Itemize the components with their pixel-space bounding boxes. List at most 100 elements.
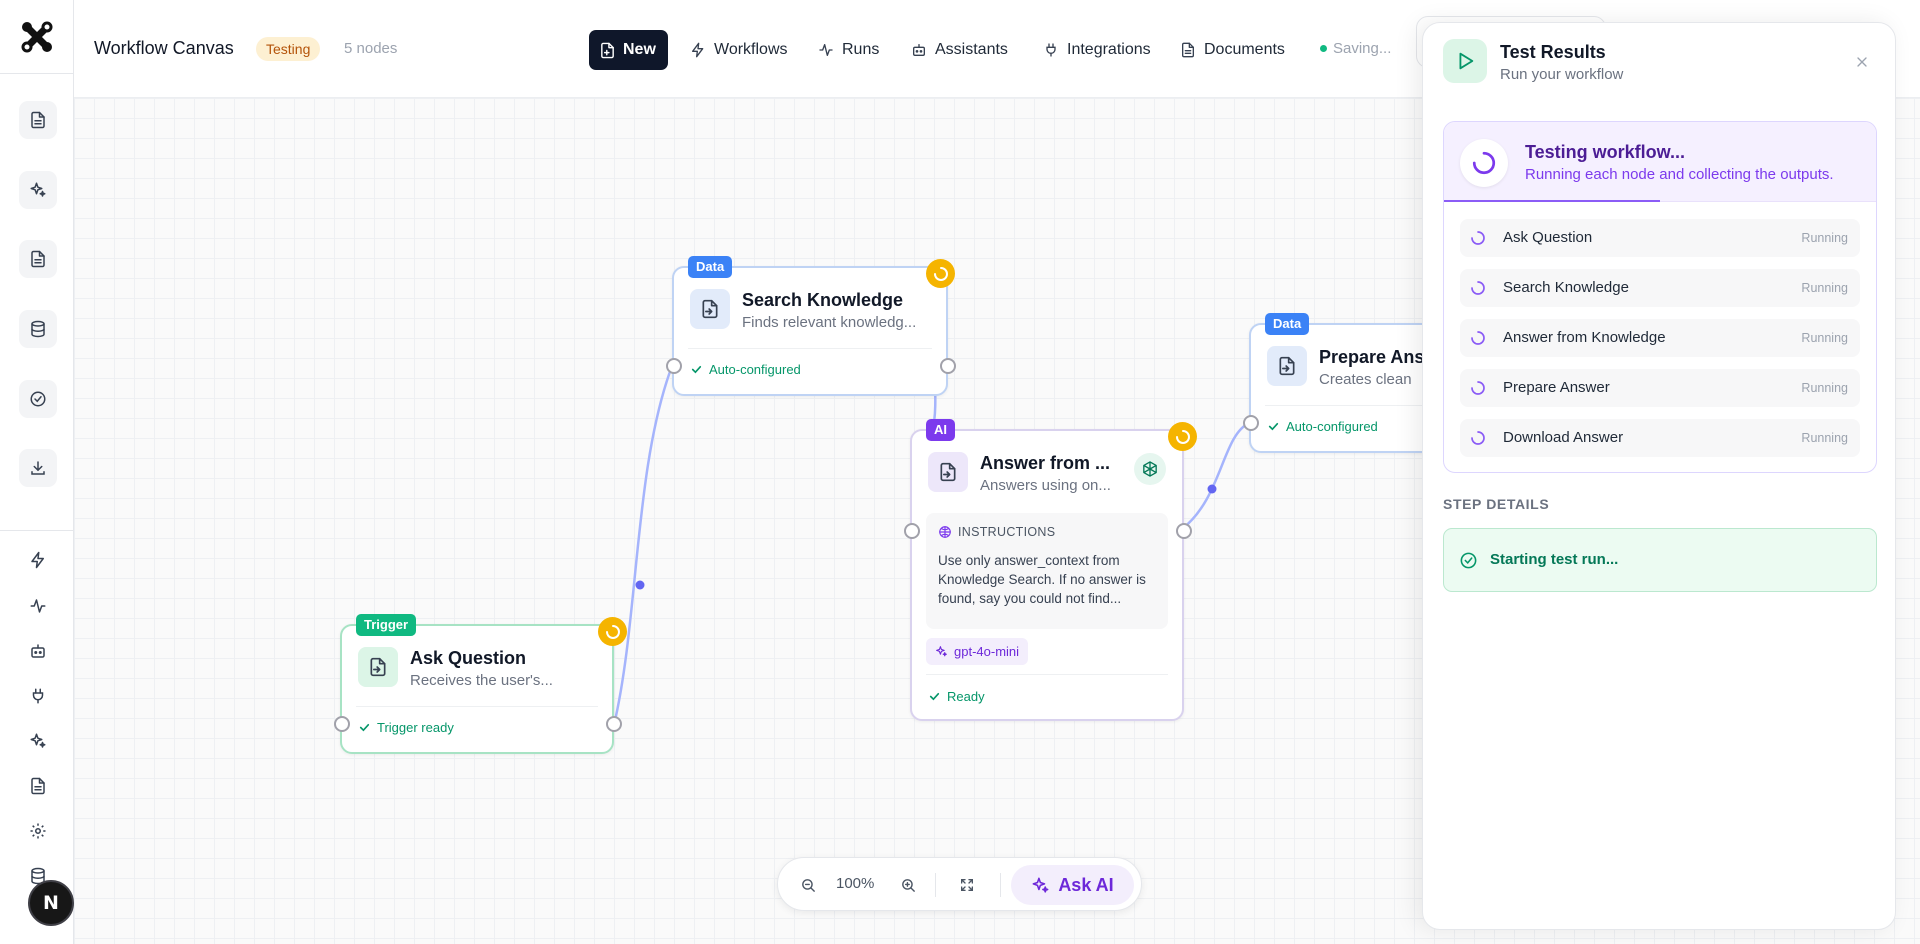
openai-model-badge bbox=[1134, 453, 1166, 485]
node-ask-question[interactable]: Trigger Ask Question Receives the user's… bbox=[334, 614, 627, 754]
plug-icon bbox=[32, 688, 44, 704]
sparkles-icon bbox=[936, 646, 947, 657]
model-name: gpt-4o-mini bbox=[954, 644, 1020, 659]
nav-documents-label: Documents bbox=[1204, 41, 1285, 58]
step-name: Download Answer bbox=[1503, 429, 1624, 446]
sidebar-ai-button[interactable] bbox=[19, 171, 57, 209]
check-circle-icon bbox=[1460, 552, 1477, 569]
bolt-icon bbox=[31, 551, 44, 569]
plug-icon bbox=[1046, 43, 1056, 57]
sparkles-icon bbox=[30, 182, 46, 197]
instructions-label-text: INSTRUCTIONS bbox=[958, 525, 1056, 539]
step-details-box: Starting test run... bbox=[1443, 528, 1877, 592]
node-answer-from-knowledge[interactable]: AI Answer from ... Answers using on... I… bbox=[904, 419, 1197, 721]
nav-integrations-label: Integrations bbox=[1067, 41, 1151, 58]
gear-icon bbox=[30, 823, 46, 839]
new-button[interactable]: New bbox=[589, 30, 668, 70]
output-port[interactable] bbox=[606, 716, 622, 732]
nav-integrations[interactable]: Integrations bbox=[1043, 30, 1151, 70]
instructions-box[interactable]: INSTRUCTIONS Use only answer_context fro… bbox=[926, 513, 1168, 629]
step-name: Answer from Knowledge bbox=[1503, 329, 1666, 346]
sidebar-documents-button[interactable] bbox=[19, 101, 57, 139]
check-icon bbox=[929, 692, 940, 701]
nav-runs[interactable]: Runs bbox=[818, 30, 879, 70]
spinner-icon bbox=[1472, 151, 1496, 175]
step-details-label: STEP DETAILS bbox=[1443, 496, 1550, 512]
node-divider bbox=[688, 348, 932, 349]
instructions-label: INSTRUCTIONS bbox=[938, 525, 1055, 539]
sidebar-files-button[interactable] bbox=[19, 240, 57, 278]
toolbar-divider bbox=[935, 873, 936, 897]
model-pill[interactable]: gpt-4o-mini bbox=[926, 638, 1029, 665]
document-icon bbox=[31, 777, 45, 795]
input-port[interactable] bbox=[904, 523, 920, 539]
step-row[interactable]: Search Knowledge Running bbox=[1460, 269, 1860, 307]
new-button-label: New bbox=[623, 41, 656, 58]
nav-documents[interactable]: Documents bbox=[1180, 30, 1285, 70]
sidebar-database-button[interactable] bbox=[19, 310, 57, 348]
node-status: Ready bbox=[928, 689, 985, 704]
input-port[interactable] bbox=[1243, 415, 1259, 431]
nav-workflows-label: Workflows bbox=[714, 41, 788, 58]
test-run-card: Testing workflow... Running each node an… bbox=[1443, 121, 1877, 473]
node-type-tag: Trigger bbox=[356, 614, 417, 636]
running-badge bbox=[1168, 422, 1197, 451]
zoom-out-button[interactable] bbox=[794, 871, 822, 899]
sidebar-runs-link[interactable] bbox=[24, 592, 52, 620]
node-search-knowledge[interactable]: Data Search Knowledge Finds relevant kno… bbox=[666, 256, 956, 396]
ask-ai-label: Ask AI bbox=[1058, 874, 1114, 895]
sidebar-download-button[interactable] bbox=[19, 449, 57, 487]
fit-view-button[interactable] bbox=[953, 871, 981, 899]
saving-text: Saving... bbox=[1333, 40, 1392, 57]
saving-dot bbox=[1320, 45, 1327, 52]
panel-icon bbox=[1443, 39, 1487, 83]
run-title: Testing workflow... bbox=[1525, 142, 1686, 162]
node-title: Prepare Ans bbox=[1319, 347, 1425, 367]
node-status-text: Trigger ready bbox=[377, 720, 454, 735]
saving-indicator: Saving... bbox=[1320, 40, 1391, 57]
ask-ai-button[interactable]: Ask AI bbox=[1011, 865, 1134, 905]
app-logo[interactable] bbox=[0, 0, 74, 74]
sidebar-workflows-link[interactable] bbox=[24, 546, 52, 574]
node-type-tag: Data bbox=[688, 256, 733, 278]
sidebar-divider bbox=[0, 530, 74, 531]
input-port[interactable] bbox=[334, 716, 350, 732]
sidebar-settings-link[interactable] bbox=[24, 817, 52, 845]
step-row[interactable]: Prepare Answer Running bbox=[1460, 369, 1860, 407]
document-icon bbox=[1182, 42, 1194, 58]
sidebar-assistants-link[interactable] bbox=[24, 637, 52, 665]
step-row[interactable]: Answer from Knowledge Running bbox=[1460, 319, 1860, 357]
nav-assistants[interactable]: Assistants bbox=[911, 30, 1008, 70]
output-port[interactable] bbox=[940, 358, 956, 374]
step-name: Search Knowledge bbox=[1503, 279, 1629, 296]
output-port[interactable] bbox=[1176, 523, 1192, 539]
sidebar-ai-link[interactable] bbox=[24, 727, 52, 755]
nav-runs-label: Runs bbox=[842, 41, 880, 58]
step-row[interactable]: Download Answer Running bbox=[1460, 419, 1860, 457]
test-run-header: Testing workflow... Running each node an… bbox=[1444, 122, 1876, 202]
close-panel-button[interactable] bbox=[1851, 51, 1873, 73]
zoom-level: 100% bbox=[836, 875, 875, 892]
file-input-icon bbox=[702, 299, 718, 319]
panel-subtitle: Run your workflow bbox=[1500, 66, 1624, 83]
input-port[interactable] bbox=[666, 358, 682, 374]
sparkles-icon bbox=[1032, 877, 1049, 893]
sidebar-integrations-link[interactable] bbox=[24, 682, 52, 710]
node-status-text: Auto-configured bbox=[709, 362, 801, 377]
sidebar-check-button[interactable] bbox=[19, 380, 57, 418]
step-status: Running bbox=[1801, 431, 1848, 445]
spinner-icon bbox=[1175, 429, 1190, 444]
zoom-in-button[interactable] bbox=[894, 871, 922, 899]
avatar[interactable]: N bbox=[28, 880, 74, 926]
node-description: Finds relevant knowledg... bbox=[742, 314, 917, 331]
nav-workflows[interactable]: Workflows bbox=[690, 30, 788, 70]
node-icon bbox=[928, 452, 968, 492]
check-icon bbox=[1268, 422, 1279, 431]
step-row[interactable]: Ask Question Running bbox=[1460, 219, 1860, 257]
node-icon bbox=[1267, 346, 1307, 386]
spinner-icon bbox=[1471, 381, 1485, 395]
node-title: Answer from ... bbox=[980, 453, 1111, 473]
zoom-in-icon bbox=[901, 878, 915, 892]
step-status: Running bbox=[1801, 381, 1848, 395]
sidebar-documents-link[interactable] bbox=[24, 772, 52, 800]
